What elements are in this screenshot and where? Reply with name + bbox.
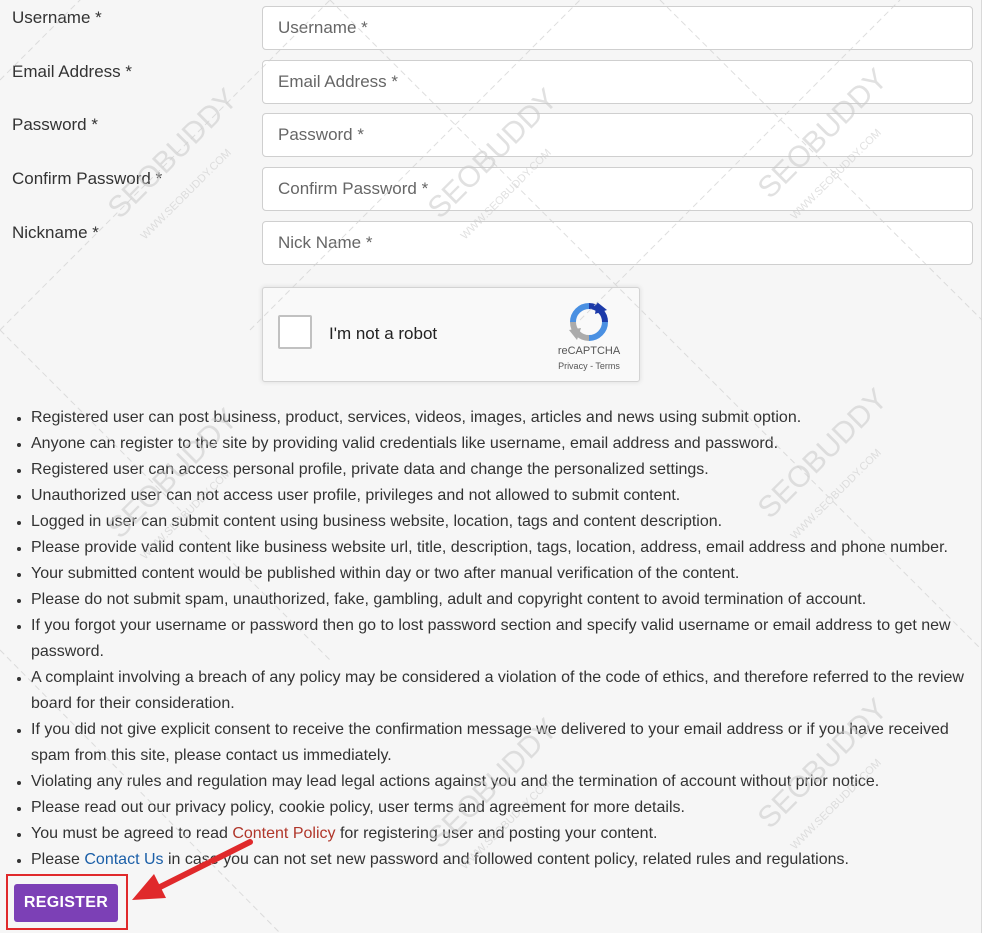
recaptcha-logo-icon [569, 302, 608, 341]
rules-list: Registered user can post business, produ… [0, 405, 975, 873]
rule-item: A complaint involving a breach of any po… [31, 665, 975, 717]
nickname-input[interactable] [262, 221, 973, 265]
rule-item: Please do not submit spam, unauthorized,… [31, 587, 975, 613]
content-policy-text-after: for registering user and posting your co… [335, 825, 658, 842]
rule-item-contact: Please Contact Us in case you can not se… [31, 847, 975, 873]
confirm-password-label: Confirm Password * [12, 169, 163, 188]
email-label: Email Address * [12, 62, 132, 81]
rule-item: If you did not give explicit consent to … [31, 717, 975, 769]
recaptcha-widget: I'm not a robot reCAPTCHA Privacy - Term… [262, 287, 640, 382]
password-input[interactable] [262, 113, 973, 157]
username-row: Username * [0, 0, 982, 50]
nickname-label: Nickname * [12, 223, 99, 242]
contact-text-after: in case you can not set new password and… [163, 851, 849, 868]
content-policy-link[interactable]: Content Policy [232, 825, 335, 842]
nickname-row: Nickname * [0, 215, 982, 265]
content-policy-text-before: You must be agreed to read [31, 825, 233, 842]
rule-item: Please read out our privacy policy, cook… [31, 795, 975, 821]
rule-item: Anyone can register to the site by provi… [31, 431, 975, 457]
confirm-password-row: Confirm Password * [0, 161, 982, 211]
contact-us-link[interactable]: Contact Us [84, 851, 163, 868]
recaptcha-terms-link[interactable]: Terms [595, 361, 620, 371]
rule-item: Unauthorized user can not access user pr… [31, 483, 975, 509]
password-label: Password * [12, 115, 98, 134]
email-input[interactable] [262, 60, 973, 104]
register-button[interactable]: REGISTER [14, 884, 118, 922]
username-label: Username * [12, 8, 102, 27]
rule-item: Violating any rules and regulation may l… [31, 769, 975, 795]
rule-item: Your submitted content would be publishe… [31, 561, 975, 587]
contact-text-before: Please [31, 851, 85, 868]
confirm-password-input[interactable] [262, 167, 973, 211]
password-row: Password * [0, 107, 982, 157]
rule-item-content-policy: You must be agreed to read Content Polic… [31, 821, 975, 847]
rule-item: Registered user can access personal prof… [31, 457, 975, 483]
recaptcha-privacy-link[interactable]: Privacy [558, 361, 588, 371]
username-input[interactable] [262, 6, 973, 50]
rule-item: Logged in user can submit content using … [31, 509, 975, 535]
recaptcha-checkbox[interactable] [278, 315, 312, 349]
recaptcha-brand: reCAPTCHA [557, 345, 621, 357]
email-row: Email Address * [0, 54, 982, 104]
rule-item: Registered user can post business, produ… [31, 405, 975, 431]
rule-item: If you forgot your username or password … [31, 613, 975, 665]
register-highlight-box: REGISTER [6, 874, 128, 930]
recaptcha-links: Privacy - Terms [539, 361, 639, 371]
rule-item: Please provide valid content like busine… [31, 535, 975, 561]
recaptcha-label: I'm not a robot [329, 324, 438, 343]
